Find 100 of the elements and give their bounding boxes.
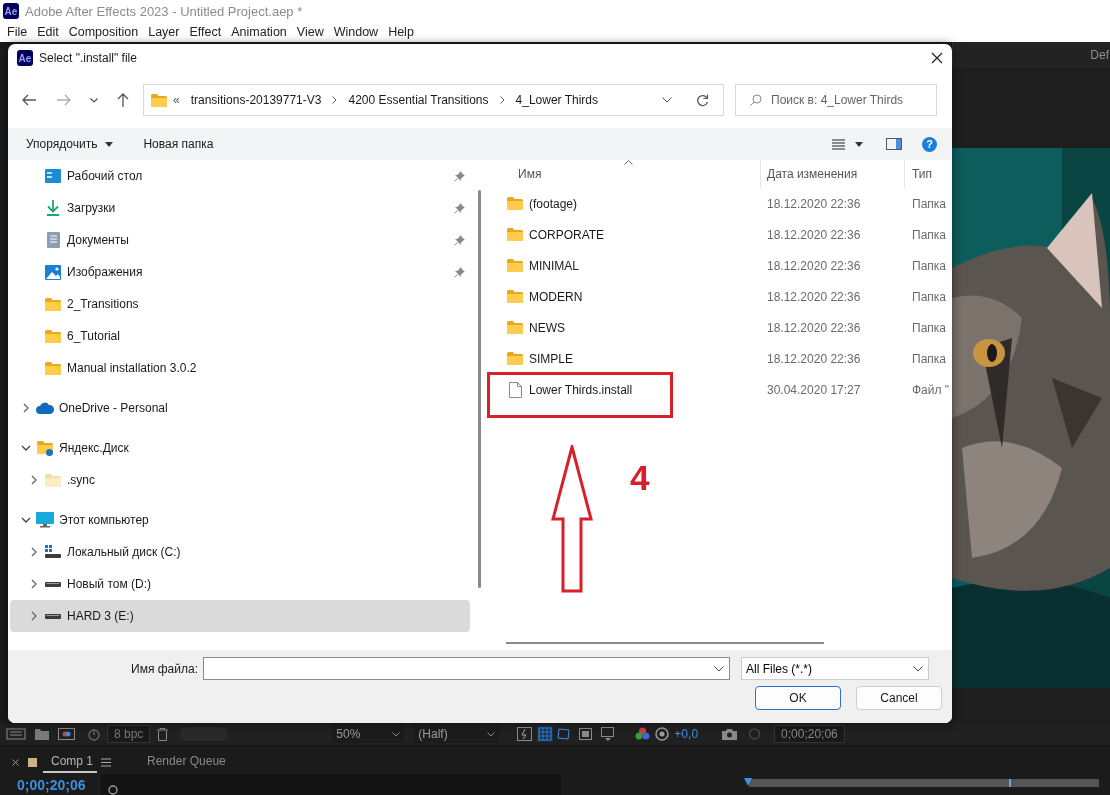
monitor-icon xyxy=(36,512,54,528)
exposure-value[interactable]: +0,0 xyxy=(674,727,699,741)
file-name[interactable]: MINIMAL xyxy=(529,258,579,273)
nav-item[interactable]: OneDrive - Personal xyxy=(10,392,470,424)
zoom-dropdown[interactable]: 50% xyxy=(332,725,405,743)
resolution-dropdown[interactable]: (Half) xyxy=(414,725,500,743)
search-input[interactable]: Поиск в: 4_Lower Thirds xyxy=(771,93,921,107)
file-name[interactable]: CORPORATE xyxy=(529,227,605,242)
menu-item[interactable]: Edit xyxy=(32,25,64,39)
column-header[interactable]: Тип xyxy=(905,160,952,188)
nav-item[interactable]: 6_Tutorial xyxy=(10,320,470,352)
dialog-button[interactable]: Cancel xyxy=(856,686,942,710)
nav-item[interactable]: Документы xyxy=(10,224,470,256)
chevron-down-icon[interactable] xyxy=(662,97,672,103)
grid-icon[interactable] xyxy=(537,726,554,742)
help-button[interactable]: ? xyxy=(922,136,937,152)
back-arrow-icon[interactable] xyxy=(22,94,36,106)
command-button[interactable]: Упорядочить xyxy=(26,137,114,151)
window-title: Adobe After Effects 2023 - Untitled Project.aep * xyxy=(25,3,303,19)
folder-icon[interactable] xyxy=(35,728,49,740)
file-name[interactable]: (footage) xyxy=(529,196,578,211)
file-name-field[interactable] xyxy=(203,657,730,680)
column-header[interactable]: Имя xyxy=(488,160,761,188)
trash-icon[interactable] xyxy=(157,727,169,741)
breadcrumb[interactable]: transitions-20139771-V3 xyxy=(190,93,322,107)
nav-item[interactable]: Яндекс.Диск xyxy=(10,432,470,464)
current-time[interactable]: 0;00;20;06 xyxy=(17,776,101,793)
pin-icon[interactable] xyxy=(455,267,465,277)
menu-item[interactable]: Animation xyxy=(226,25,292,39)
folder-icon xyxy=(507,290,523,303)
menu-item[interactable]: Effect xyxy=(184,25,227,39)
scrollbar-thumb[interactable] xyxy=(506,642,824,644)
menu-item[interactable]: Window xyxy=(328,25,384,39)
file-name[interactable]: MODERN xyxy=(529,289,583,304)
nav-item[interactable]: Этот компьютер xyxy=(10,504,470,536)
aperture-icon[interactable] xyxy=(655,727,670,741)
breadcrumb[interactable]: 4_Lower Thirds xyxy=(515,93,599,107)
power-icon[interactable] xyxy=(87,727,101,741)
search-field[interactable]: Поиск в: 4_Lower Thirds xyxy=(735,84,937,116)
image-icon xyxy=(45,264,61,280)
chevron-right-icon[interactable] xyxy=(31,547,37,557)
chevron-right-icon[interactable] xyxy=(31,579,37,589)
chevron-down-icon[interactable] xyxy=(714,665,724,672)
chevron-right-icon[interactable] xyxy=(23,403,29,413)
refresh-icon[interactable] xyxy=(696,93,709,107)
fast-preview-icon[interactable] xyxy=(517,727,533,741)
menu-item[interactable]: View xyxy=(291,25,329,39)
type-cell-text: Папка xyxy=(911,226,947,244)
scrollbar-thumb[interactable] xyxy=(477,190,481,588)
command-button[interactable]: Новая папка xyxy=(143,137,214,151)
preview-pane-icon[interactable] xyxy=(886,138,902,150)
chevron-down-icon xyxy=(392,731,401,737)
menu-item[interactable]: File xyxy=(2,25,33,39)
chevron-right-icon[interactable] xyxy=(31,611,37,621)
chevron-right-icon[interactable] xyxy=(31,475,37,485)
nav-item[interactable]: Локальный диск (C:) xyxy=(10,536,470,568)
address-bar[interactable]: « transitions-20139771-V3 4200 Essential Transitions 4_Lower Thirds xyxy=(143,84,724,116)
chevron-down-icon[interactable] xyxy=(21,445,31,451)
mask-icon[interactable] xyxy=(557,727,572,741)
close-icon[interactable] xyxy=(12,758,19,766)
composition-icon[interactable] xyxy=(58,728,75,740)
menu-icon[interactable] xyxy=(101,757,112,767)
file-name[interactable]: NEWS xyxy=(529,320,565,335)
drive-icon xyxy=(45,613,61,619)
pin-icon[interactable] xyxy=(455,171,465,181)
caret-icon[interactable] xyxy=(855,141,863,147)
chevron-down-icon[interactable] xyxy=(90,97,98,103)
nav-item[interactable]: Рабочий стол xyxy=(10,160,470,192)
close-icon[interactable] xyxy=(931,52,943,64)
pin-icon[interactable] xyxy=(455,235,465,245)
nav-item[interactable]: HARD 3 (E:) xyxy=(10,600,470,632)
up-arrow-icon[interactable] xyxy=(117,93,129,107)
nav-item[interactable]: Новый том (D:) xyxy=(10,568,470,600)
pin-icon[interactable] xyxy=(455,203,465,213)
file-name[interactable]: Lower Thirds.install xyxy=(529,382,633,397)
search-field[interactable] xyxy=(101,774,561,795)
overflow-chevron[interactable]: « xyxy=(173,93,180,107)
camera-icon[interactable] xyxy=(722,728,738,740)
menu-item[interactable]: Help xyxy=(383,25,419,39)
region-icon[interactable] xyxy=(579,728,593,740)
timecode-display[interactable]: 0;00;20;06 xyxy=(774,725,845,743)
file-name[interactable]: SIMPLE xyxy=(529,351,573,366)
bit-depth-button[interactable]: 8 bpc xyxy=(107,725,151,743)
channels-icon[interactable] xyxy=(635,727,651,741)
panel-tab[interactable]: Render Queue xyxy=(139,751,230,773)
nav-item[interactable]: Изображения xyxy=(10,256,470,288)
breadcrumb[interactable]: 4200 Essential Transitions xyxy=(348,93,489,107)
nav-item[interactable]: Загрузки xyxy=(10,192,470,224)
nav-item[interactable]: .sync xyxy=(10,464,470,496)
chevron-down-icon[interactable] xyxy=(21,517,31,523)
panel-tab[interactable]: Comp 1 xyxy=(43,751,98,773)
list-view-icon[interactable] xyxy=(832,138,845,150)
workspace-label[interactable]: Def xyxy=(1090,48,1110,62)
menu-item[interactable]: Layer xyxy=(143,25,185,39)
dialog-button[interactable]: OK xyxy=(755,686,841,710)
menu-item[interactable]: Composition xyxy=(63,25,144,39)
nav-item[interactable]: Manual installation 3.0.2 xyxy=(10,352,470,384)
column-header[interactable]: Дата изменения xyxy=(761,160,905,188)
file-type-dropdown[interactable]: All Files (*.*) xyxy=(741,657,929,680)
nav-item[interactable]: 2_Transitions xyxy=(10,288,470,320)
